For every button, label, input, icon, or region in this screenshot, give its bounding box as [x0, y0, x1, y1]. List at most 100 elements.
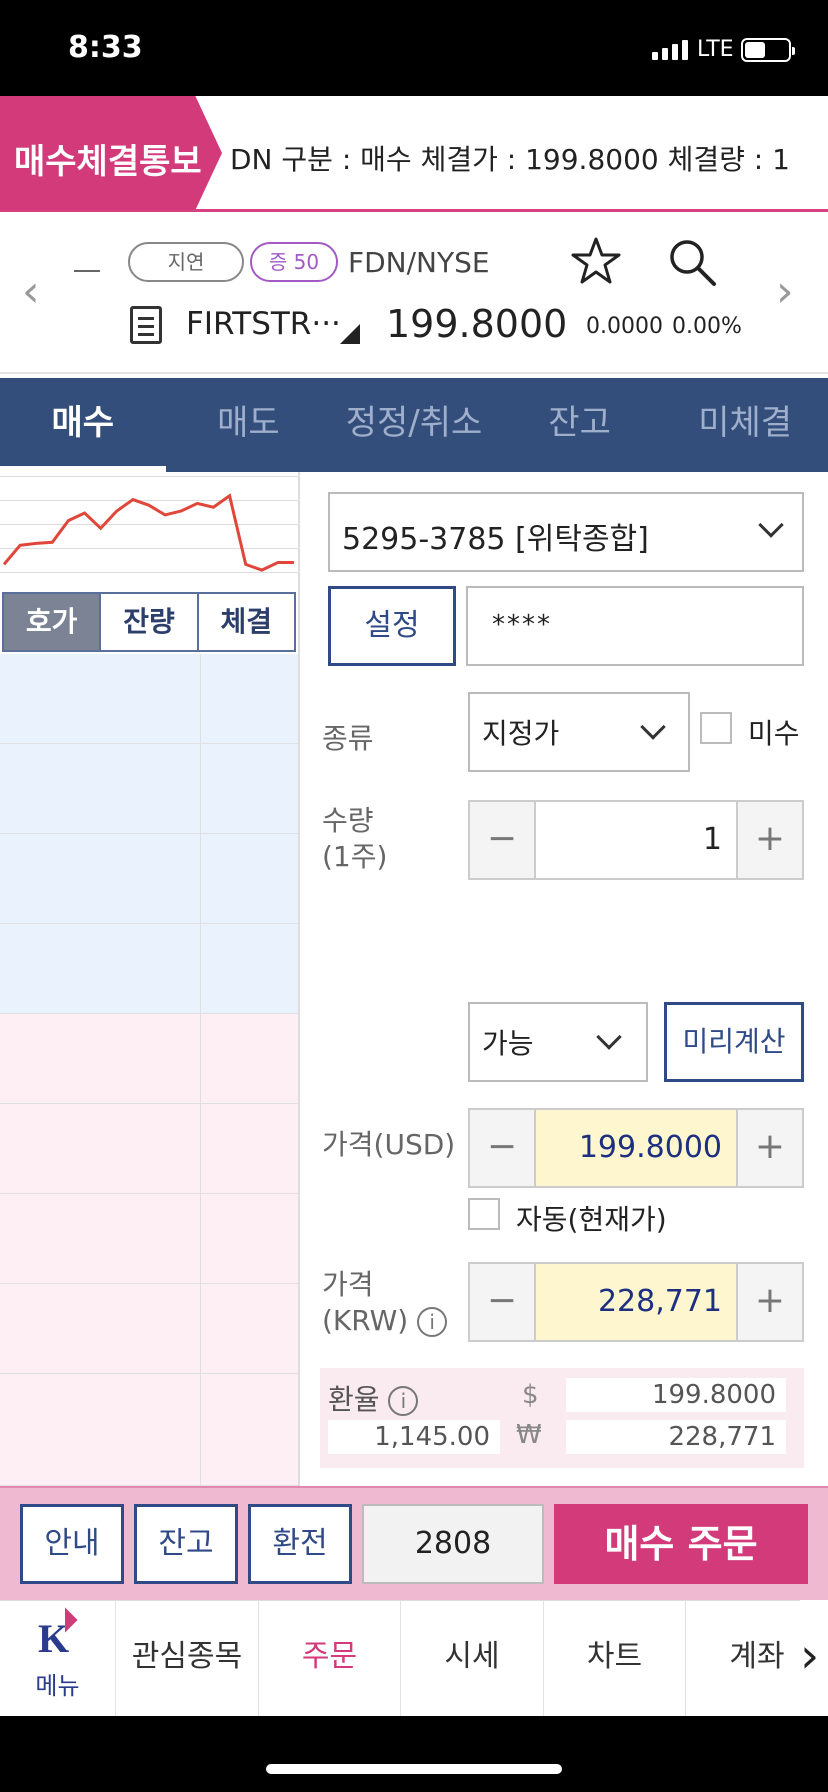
qty-label: 수량: [322, 804, 374, 837]
home-indicator-area: [0, 1716, 828, 1792]
k-logo-icon: K: [38, 1616, 70, 1661]
order-tabs: 매수 매도 정정/취소 잔고 미체결: [0, 378, 828, 472]
price-krw-label: 가격: [322, 1268, 374, 1301]
tab-unfilled[interactable]: 미체결: [662, 378, 828, 472]
balance-button[interactable]: 잔고: [134, 1504, 238, 1584]
mini-chart: [0, 476, 298, 586]
tab-buy[interactable]: 매수: [0, 378, 166, 472]
stock-name[interactable]: FIRTSTR···: [186, 306, 341, 342]
prev-stock-icon[interactable]: ‹: [22, 270, 52, 314]
ask-row[interactable]: [0, 834, 298, 924]
price-change: 0.0000: [586, 314, 663, 339]
exchange-button[interactable]: 환전: [248, 1504, 352, 1584]
ask-row[interactable]: [0, 924, 298, 1014]
qty-stepper: − 1 +: [468, 800, 804, 880]
chevron-down-icon: [640, 714, 666, 740]
nav-order[interactable]: 주문: [258, 1601, 400, 1716]
fx-usd-value: 199.8000: [566, 1378, 786, 1412]
nav-menu[interactable]: K 메뉴: [0, 1601, 115, 1716]
available-select[interactable]: 가능: [468, 1002, 648, 1082]
fx-label: 환율: [328, 1383, 380, 1416]
delay-badge: 지연: [128, 242, 244, 282]
qty-minus-button[interactable]: −: [470, 802, 534, 878]
document-icon[interactable]: [130, 306, 162, 344]
search-icon[interactable]: [664, 234, 720, 290]
home-indicator[interactable]: [266, 1764, 562, 1774]
signal-icon: [652, 40, 688, 60]
guide-button[interactable]: 안내: [20, 1504, 124, 1584]
price-change-pct: 0.00%: [672, 314, 742, 339]
tab-balance[interactable]: 잔고: [497, 378, 663, 472]
tab-sell[interactable]: 매도: [166, 378, 332, 472]
status-time: 8:33: [68, 30, 143, 65]
tab-modify-cancel[interactable]: 정정/취소: [331, 378, 497, 472]
market-code: FDN/NYSE: [348, 246, 490, 279]
setup-button[interactable]: 설정: [328, 586, 456, 666]
account-select[interactable]: 5295-3785 [위탁종합]: [328, 492, 804, 572]
nav-watchlist[interactable]: 관심종목: [115, 1601, 258, 1716]
price-krw-input[interactable]: 228,771: [534, 1264, 738, 1340]
margin-label: 미수: [748, 717, 800, 750]
notice-tag: 매수체결통보: [0, 96, 222, 210]
action-bar: 안내 잔고 환전 2808 매수 주문: [0, 1486, 828, 1600]
auto-price-checkbox[interactable]: [468, 1198, 500, 1230]
stock-header: ‹ 지연 증 50 FDN/NYSE FIRTSTR··· 199.8000 0…: [0, 214, 828, 374]
orderbook-panel: 호가 잔량 체결: [0, 472, 300, 1486]
notice-text: DN 구분 : 매수 체결가 : 199.8000 체결량 : 1: [230, 143, 790, 176]
dropdown-triangle-icon[interactable]: [340, 324, 360, 344]
price-usd-plus-button[interactable]: +: [738, 1110, 802, 1186]
bid-row[interactable]: [0, 1374, 298, 1486]
nav-more-icon[interactable]: ›: [800, 1600, 828, 1716]
sparkline-line: [2, 493, 294, 572]
price-krw-unit: (KRW) i: [322, 1304, 448, 1338]
bid-row[interactable]: [0, 1284, 298, 1374]
bid-row[interactable]: [0, 1014, 298, 1104]
nav-menu-label: 메뉴: [35, 1672, 80, 1700]
qty-input[interactable]: 1: [534, 802, 738, 878]
order-qty-display[interactable]: 2808: [362, 1504, 544, 1584]
nav-chart[interactable]: 차트: [543, 1601, 685, 1716]
subtab-trades[interactable]: 체결: [196, 594, 294, 650]
order-type-value: 지정가: [482, 717, 560, 750]
order-form: 5295-3785 [위탁종합] 설정 **** 종류 지정가 미수 수량 (1…: [300, 472, 828, 1486]
status-bar: 8:33 LTE: [0, 0, 828, 96]
chevron-down-icon: [758, 512, 784, 538]
margin-checkbox[interactable]: [700, 712, 732, 744]
battery-icon: [741, 38, 795, 62]
precalc-button[interactable]: 미리계산: [664, 1002, 804, 1082]
price-krw-stepper: − 228,771 +: [468, 1262, 804, 1342]
qty-plus-button[interactable]: +: [738, 802, 802, 878]
password-field[interactable]: ****: [466, 586, 804, 666]
ask-row[interactable]: [0, 744, 298, 834]
price-usd-stepper: − 199.8000 +: [468, 1108, 804, 1188]
price-usd-minus-button[interactable]: −: [470, 1110, 534, 1186]
price-krw-unit-label: (KRW): [322, 1304, 409, 1337]
subtab-quotes[interactable]: 호가: [4, 594, 100, 650]
next-stock-icon[interactable]: ›: [776, 270, 806, 314]
auto-price-label: 자동(현재가): [516, 1203, 667, 1236]
order-type-select[interactable]: 지정가: [468, 692, 690, 772]
bid-row[interactable]: [0, 1194, 298, 1284]
fx-krw-value: 228,771: [566, 1420, 786, 1454]
info-icon[interactable]: i: [388, 1386, 419, 1416]
bid-row[interactable]: [0, 1104, 298, 1194]
subtab-remaining[interactable]: 잔량: [99, 594, 197, 650]
execution-notice[interactable]: 매수체결통보 DN 구분 : 매수 체결가 : 199.8000 체결량 : 1: [0, 96, 828, 212]
price-usd-input[interactable]: 199.8000: [534, 1110, 738, 1186]
dash-mark: [74, 270, 100, 272]
bottom-nav: K 메뉴 관심종목 주문 시세 차트 계좌: [0, 1600, 828, 1716]
order-type-label: 종류: [322, 722, 374, 755]
price-krw-minus-button[interactable]: −: [470, 1264, 534, 1340]
fx-label-group: 환율 i: [328, 1378, 419, 1418]
price-krw-plus-button[interactable]: +: [738, 1264, 802, 1340]
info-icon[interactable]: i: [417, 1307, 448, 1337]
qty-unit-label: (1주): [322, 840, 388, 873]
current-price: 199.8000: [386, 302, 568, 346]
fx-rate: 1,145.00: [328, 1420, 500, 1454]
star-icon[interactable]: [568, 234, 624, 290]
nav-quotes[interactable]: 시세: [400, 1601, 543, 1716]
available-value: 가능: [482, 1027, 534, 1060]
buy-order-button[interactable]: 매수 주문: [554, 1504, 808, 1584]
ask-row[interactable]: [0, 654, 298, 744]
margin-badge: 증 50: [250, 242, 338, 282]
